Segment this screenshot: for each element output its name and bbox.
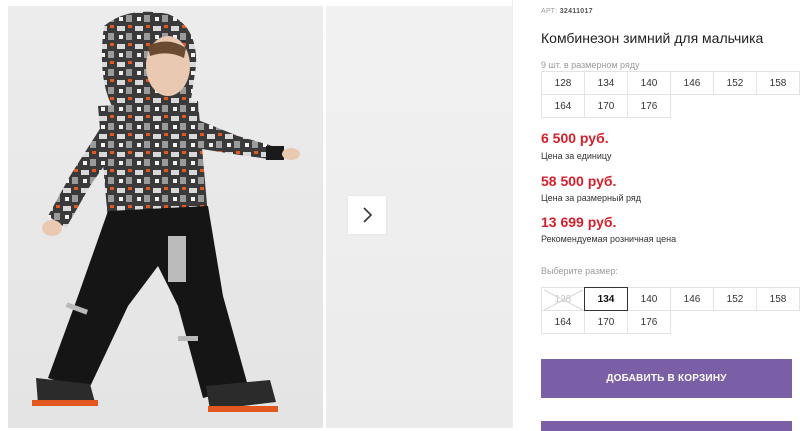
- size-option-selected[interactable]: 134: [584, 287, 628, 311]
- size-row-item: 164: [541, 94, 585, 118]
- size-row-item: 146: [670, 71, 714, 95]
- choose-size-label: Выберите размер:: [541, 266, 618, 276]
- add-to-cart-button[interactable]: ДОБАВИТЬ В КОРЗИНУ: [541, 359, 792, 398]
- chevron-right-icon: [363, 207, 373, 223]
- article-value: 32411017: [559, 8, 593, 15]
- product-gallery: [0, 0, 512, 428]
- crossed-out-icon: [543, 289, 584, 311]
- size-row-item: 170: [584, 94, 628, 118]
- size-option-unavailable[interactable]: 128: [541, 287, 585, 311]
- size-option[interactable]: 170: [584, 310, 628, 334]
- size-row-item: 128: [541, 71, 585, 95]
- size-row-caption: 9 шт. в размерном ряду: [541, 60, 640, 70]
- product-info-panel: АРТ: 32411017 Комбинезон зимний для маль…: [541, 0, 800, 431]
- size-row-item: 140: [627, 71, 671, 95]
- size-option[interactable]: 164: [541, 310, 585, 334]
- panel-divider: [512, 0, 513, 428]
- size-row-item: 152: [713, 71, 757, 95]
- size-picker-grid: 128 134 140 146 152 158 164 170 176: [541, 287, 800, 334]
- size-set-price: 58 500 руб.: [541, 173, 617, 189]
- unit-price: 6 500 руб.: [541, 130, 609, 146]
- article-label: АРТ:: [541, 8, 558, 15]
- product-photo[interactable]: [8, 6, 323, 428]
- size-option[interactable]: 176: [627, 310, 671, 334]
- size-option[interactable]: 152: [713, 287, 757, 311]
- size-row-grid: 128 134 140 146 152 158 164 170 176: [541, 71, 800, 118]
- size-option[interactable]: 158: [756, 287, 800, 311]
- retail-price-caption: Рекомендуемая розничная цена: [541, 234, 677, 244]
- size-row-item: 176: [627, 94, 671, 118]
- size-row-item: 134: [584, 71, 628, 95]
- secondary-action-button[interactable]: [541, 421, 792, 431]
- next-image-button[interactable]: [348, 196, 386, 234]
- retail-price: 13 699 руб.: [541, 214, 617, 230]
- unit-price-caption: Цена за единицу: [541, 151, 612, 161]
- size-option[interactable]: 146: [670, 287, 714, 311]
- boy-in-snowsuit-image: [32, 11, 300, 412]
- article-number: АРТ: 32411017: [541, 8, 593, 15]
- size-option[interactable]: 140: [627, 287, 671, 311]
- size-set-price-caption: Цена за размерный ряд: [541, 193, 642, 203]
- size-row-item: 158: [756, 71, 800, 95]
- product-title: Комбинезон зимний для мальчика: [541, 30, 764, 46]
